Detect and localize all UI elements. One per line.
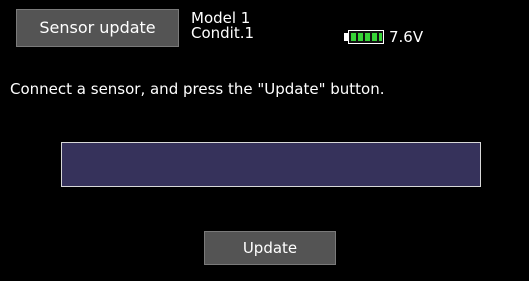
bottom-white-strip (0, 281, 529, 304)
transmitter-screen: Sensor update Model 1 Condit.1 7.6V Conn… (0, 0, 529, 281)
sensor-field (61, 142, 481, 187)
update-button[interactable]: Update (204, 231, 336, 265)
battery-icon (344, 30, 384, 44)
sensor-update-title-button[interactable]: Sensor update (16, 9, 179, 47)
pointer-arrow-icon (10, 24, 16, 32)
condition-name: Condit.1 (191, 24, 255, 42)
battery-voltage: 7.6V (389, 28, 424, 46)
instruction-text: Connect a sensor, and press the "Update"… (10, 80, 385, 98)
